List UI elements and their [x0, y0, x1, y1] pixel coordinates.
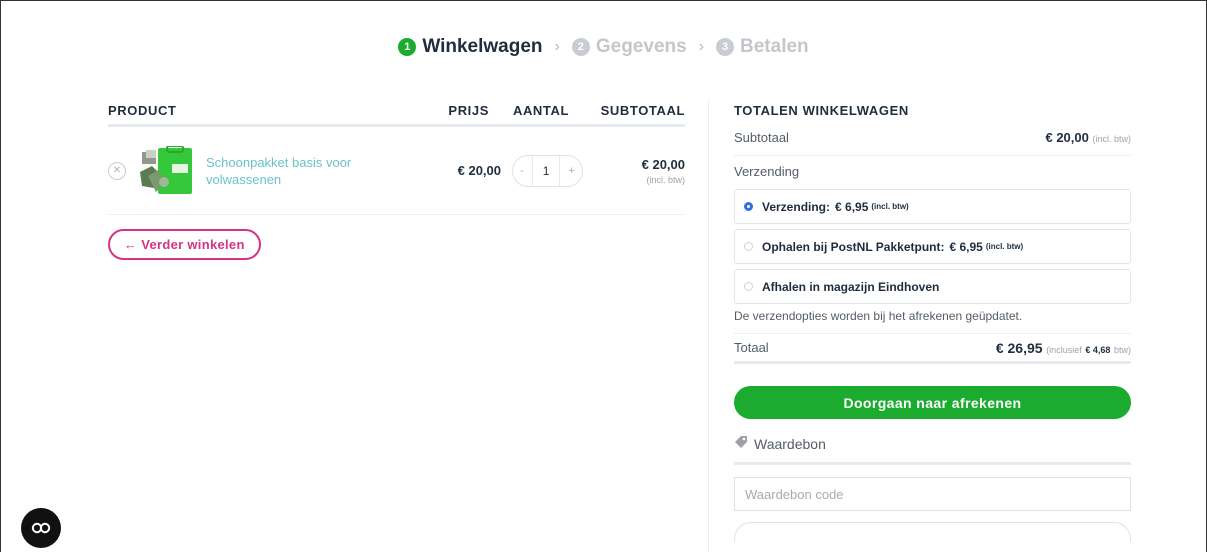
shipping-option-note: (incl. btw) [871, 202, 909, 211]
step-label: Winkelwagen [422, 36, 543, 57]
shipping-option-label: Verzending: [762, 199, 831, 214]
step-number: 1 [398, 38, 417, 56]
voucher-label: Waardebon [754, 435, 826, 452]
total-label: Totaal [734, 340, 769, 355]
subtotal-value: € 20,00 [1045, 130, 1089, 145]
item-price: € 20,00 [457, 163, 501, 178]
total-tax-amount: € 4,68 [1085, 344, 1111, 355]
total-value-group: € 26,95 (inclusief € 4,68 btw) [996, 340, 1131, 356]
total-note-suffix: btw) [1113, 344, 1131, 355]
subtotal-value-group: € 20,00 (incl. btw) [1045, 130, 1131, 145]
step-label: Gegevens [595, 36, 687, 57]
checkout-steps: 1 Winkelwagen › 2 Gegevens › 3 Betalen [0, 36, 1207, 58]
item-subtotal: € 20,00 (incl. btw) [583, 157, 685, 185]
step-label: Betalen [740, 36, 809, 57]
column-divider [708, 100, 709, 552]
voucher-header[interactable]: Waardebon [734, 435, 1131, 465]
continue-shopping-button[interactable]: ← Verder winkelen [108, 229, 261, 260]
radio-unselected[interactable] [744, 242, 753, 251]
close-icon[interactable]: ✕ [108, 161, 126, 180]
totals-title: TOTALEN WINKELWAGEN [734, 103, 909, 118]
shipping-option-postnl[interactable]: Ophalen bij PostNL Pakketpunt: € 6,95 (i… [734, 229, 1131, 264]
shipping-note: De verzendopties worden bij het afrekene… [734, 309, 1131, 334]
step-payment[interactable]: 3 Betalen [716, 36, 809, 58]
table-row: ✕ Schoonpakket basis voor volwassenen € … [108, 127, 685, 215]
quantity-plus-button[interactable]: + [569, 165, 575, 177]
step-number: 2 [571, 38, 590, 56]
shipping-label: Verzending [734, 164, 800, 179]
header-product: PRODUCT [108, 103, 177, 118]
step-number: 3 [716, 38, 735, 56]
shipping-option-pickup[interactable]: Afhalen in magazijn Eindhoven [734, 269, 1131, 304]
shipping-option-price: € 6,95 [835, 199, 869, 214]
quantity-minus-button[interactable]: - [520, 165, 524, 177]
voucher-apply-button[interactable] [734, 522, 1131, 542]
total-note-prefix: (inclusief [1046, 344, 1082, 355]
radio-unselected[interactable] [744, 282, 753, 291]
shipping-option-delivery[interactable]: Verzending: € 6,95 (incl. btw) [734, 189, 1131, 224]
cart-table-header: PRODUCT PRIJS AANTAL SUBTOTAAL [108, 103, 685, 127]
subtotal-row: Subtotaal € 20,00 (incl. btw) [734, 130, 1131, 156]
chevron-right-icon: › [698, 38, 705, 55]
product-thumbnail[interactable] [136, 144, 194, 196]
total-value: € 26,95 [995, 339, 1043, 356]
header-subtotal: SUBTOTAAL [600, 103, 685, 118]
product-name-link[interactable]: Schoonpakket basis voor volwassenen [206, 154, 386, 188]
step-cart[interactable]: 1 Winkelwagen [398, 36, 543, 58]
cart-totals: TOTALEN WINKELWAGEN Subtotaal € 20,00 (i… [734, 103, 1131, 542]
header-quantity: AANTAL [512, 103, 570, 118]
total-row: Totaal € 26,95 (inclusief € 4,68 btw) [734, 334, 1131, 364]
item-subtotal-note: (incl. btw) [646, 174, 685, 185]
chevron-right-icon: › [554, 38, 560, 55]
voucher-code-input[interactable] [734, 477, 1131, 511]
header-price: PRIJS [448, 103, 489, 118]
step-details[interactable]: 2 Gegevens [571, 36, 687, 58]
quantity-stepper: - 1 + [512, 154, 583, 187]
subtotal-label: Subtotaal [734, 130, 789, 145]
cart-table: PRODUCT PRIJS AANTAL SUBTOTAAL ✕ Schoonp… [108, 103, 685, 260]
shipping-option-price: € 6,95 [949, 239, 983, 254]
shipping-option-label: Ophalen bij PostNL Pakketpunt: [762, 239, 945, 254]
chat-icon[interactable] [21, 508, 61, 548]
subtotal-note: (incl. btw) [1092, 134, 1131, 144]
checkout-button[interactable]: Doorgaan naar afrekenen [734, 386, 1131, 419]
shipping-option-note: (incl. btw) [985, 242, 1024, 251]
shipping-option-label: Afhalen in magazijn Eindhoven [762, 279, 940, 294]
quantity-input[interactable]: 1 [531, 155, 561, 186]
tag-icon [734, 435, 748, 452]
item-subtotal-amount: € 20,00 [641, 156, 685, 172]
radio-selected[interactable] [744, 202, 753, 211]
